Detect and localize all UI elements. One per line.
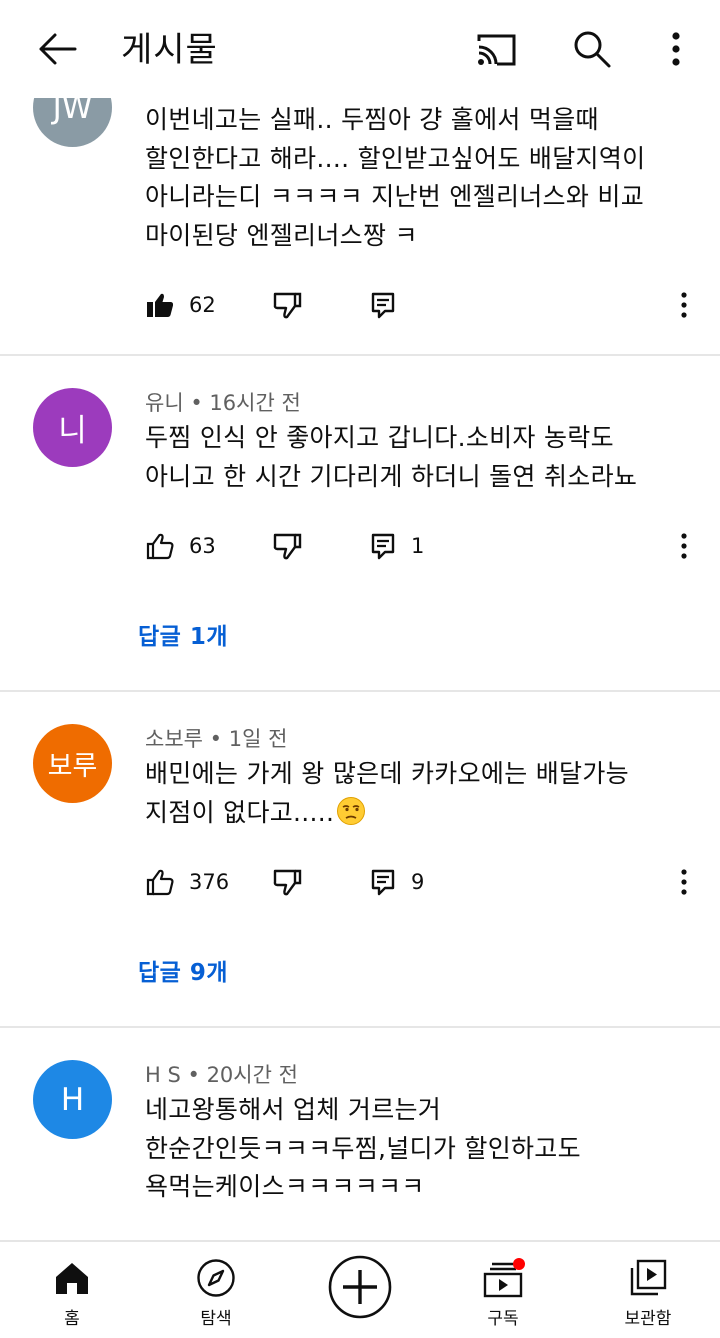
dislike-button[interactable] bbox=[272, 526, 302, 566]
comment-time: 20시간 전 bbox=[206, 1063, 298, 1087]
reply-button[interactable]: 1 bbox=[370, 526, 424, 566]
comment-more-icon[interactable] bbox=[672, 862, 696, 902]
reply-icon bbox=[371, 869, 395, 896]
view-replies-link[interactable]: 답글 1개 bbox=[138, 617, 228, 651]
avatar-initials: JW bbox=[52, 98, 93, 126]
reply-button[interactable] bbox=[370, 285, 396, 325]
thumbs-down-icon bbox=[273, 533, 302, 560]
more-vert-icon[interactable] bbox=[654, 27, 698, 71]
comment-author[interactable]: 유니 bbox=[145, 391, 184, 415]
avatar[interactable]: 보루 bbox=[33, 724, 112, 803]
comment-meta: H S • 20시간 전 bbox=[145, 1061, 298, 1089]
comment-line: 지점이 없다고..... bbox=[145, 794, 685, 838]
comment-line-text: 지점이 없다고..... bbox=[145, 797, 335, 827]
comment-item: 보루 소보루 • 1일 전 배민에는 가게 왕 많은데 카카오에는 배달가능 지… bbox=[0, 692, 720, 1028]
thumbs-up-icon bbox=[146, 869, 174, 895]
comment-more-icon[interactable] bbox=[672, 285, 696, 325]
comment-item: 니 유니 • 16시간 전 두찜 인식 안 좋아지고 갑니다.소비자 농락도 아… bbox=[0, 356, 720, 691]
avatar[interactable]: JW bbox=[33, 98, 112, 147]
bottom-navigation: 홈 탐색 구독 보관함 bbox=[0, 1240, 720, 1338]
compass-icon bbox=[156, 1258, 276, 1298]
comment-actions: 62 bbox=[0, 285, 720, 325]
meta-separator: • bbox=[187, 1063, 200, 1087]
avatar[interactable]: 니 bbox=[33, 388, 112, 467]
avatar[interactable]: H bbox=[33, 1060, 112, 1139]
comment-meta: 유니 • 16시간 전 bbox=[145, 389, 301, 417]
thumbs-up-icon bbox=[146, 533, 174, 559]
reply-icon bbox=[371, 292, 395, 319]
notification-dot bbox=[513, 1258, 525, 1270]
comment-line: 할인한다고 해라.... 할인받고싶어도 배달지역이 bbox=[145, 143, 646, 173]
like-count: 376 bbox=[189, 870, 230, 894]
comment-line: 마이된당 엔젤리너스짱 ㅋ bbox=[145, 220, 418, 250]
comment-actions: 376 9 bbox=[0, 862, 720, 902]
comment-author[interactable]: H S bbox=[145, 1063, 181, 1087]
reply-button[interactable]: 9 bbox=[370, 862, 424, 902]
search-icon[interactable] bbox=[570, 27, 614, 71]
comment-item: JW 이번네고는 실패.. 두찜아 걍 홀에서 먹을때 할인한다고 해라....… bbox=[0, 98, 720, 356]
subscriptions-icon bbox=[443, 1258, 563, 1298]
comment-line: 한순간인듯ㅋㅋㅋ두찜,널디가 할인하고도 bbox=[145, 1133, 581, 1163]
home-icon bbox=[12, 1258, 132, 1298]
reply-icon bbox=[371, 533, 395, 560]
nav-label: 보관함 bbox=[624, 1309, 672, 1329]
nav-explore[interactable]: 탐색 bbox=[156, 1242, 276, 1338]
comment-line: 아니고 한 시간 기다리게 하더니 돌연 취소라뇨 bbox=[145, 461, 638, 491]
comment-text: 배민에는 가게 왕 많은데 카카오에는 배달가능 지점이 없다고..... bbox=[145, 755, 685, 837]
unamused-emoji-icon bbox=[336, 796, 366, 838]
view-replies-link[interactable]: 답글 9개 bbox=[138, 953, 228, 987]
dislike-button[interactable] bbox=[272, 285, 302, 325]
comment-more-icon[interactable] bbox=[672, 526, 696, 566]
meta-separator: • bbox=[209, 727, 223, 751]
comment-author[interactable]: 소보루 bbox=[145, 727, 203, 751]
dislike-button[interactable] bbox=[272, 862, 302, 902]
comment-meta: 소보루 • 1일 전 bbox=[145, 725, 287, 753]
comments-feed[interactable]: JW 이번네고는 실패.. 두찜아 걍 홀에서 먹을때 할인한다고 해라....… bbox=[0, 98, 720, 1240]
nav-label: 탐색 bbox=[200, 1309, 232, 1329]
meta-separator: • bbox=[190, 391, 203, 415]
comment-actions: 63 1 bbox=[0, 526, 720, 566]
nav-subscriptions[interactable]: 구독 bbox=[443, 1242, 563, 1338]
comment-text: 두찜 인식 안 좋아지고 갑니다.소비자 농락도 아니고 한 시간 기다리게 하… bbox=[145, 419, 685, 496]
comment-line: 이번네고는 실패.. 두찜아 걍 홀에서 먹을때 bbox=[145, 105, 599, 134]
comment-text: 네고왕통해서 업체 거르는거 한순간인듯ㅋㅋㅋ두찜,널디가 할인하고도 욕먹는케… bbox=[145, 1091, 685, 1207]
nav-label: 홈 bbox=[64, 1309, 80, 1329]
comment-time: 16시간 전 bbox=[209, 391, 301, 415]
reply-count: 9 bbox=[411, 870, 425, 894]
thumbs-down-icon bbox=[273, 869, 302, 896]
like-button[interactable]: 62 bbox=[146, 285, 216, 325]
like-count: 63 bbox=[189, 534, 216, 558]
comment-line: 욕먹는케이스ㅋㅋㅋㅋㅋㅋ bbox=[145, 1172, 425, 1201]
cast-icon[interactable] bbox=[474, 27, 518, 71]
back-arrow-icon[interactable] bbox=[34, 26, 80, 72]
avatar-initials: 니 bbox=[58, 413, 87, 449]
like-button[interactable]: 63 bbox=[146, 526, 216, 566]
thumbs-down-icon bbox=[273, 292, 302, 319]
comment-line: 배민에는 가게 왕 많은데 카카오에는 배달가능 bbox=[145, 759, 629, 788]
top-app-bar: 게시물 bbox=[0, 0, 720, 98]
library-icon bbox=[588, 1258, 708, 1298]
comment-text: 이번네고는 실패.. 두찜아 걍 홀에서 먹을때 할인한다고 해라.... 할인… bbox=[145, 101, 685, 255]
nav-library[interactable]: 보관함 bbox=[588, 1242, 708, 1338]
comment-line: 두찜 인식 안 좋아지고 갑니다.소비자 농락도 bbox=[145, 423, 614, 452]
nav-label: 구독 bbox=[487, 1309, 519, 1329]
nav-home[interactable]: 홈 bbox=[12, 1242, 132, 1338]
comment-line: 네고왕통해서 업체 거르는거 bbox=[145, 1095, 442, 1124]
thumbs-up-filled-icon bbox=[147, 293, 174, 317]
like-count: 62 bbox=[189, 293, 216, 317]
comment-item: H H S • 20시간 전 네고왕통해서 업체 거르는거 한순간인듯ㅋㅋㅋ두찜… bbox=[0, 1028, 720, 1240]
like-button[interactable]: 376 bbox=[146, 862, 229, 902]
page-title: 게시물 bbox=[121, 30, 218, 70]
comment-line: 아니라는디 ㅋㅋㅋㅋ 지난번 엔젤리너스와 비교 bbox=[145, 182, 644, 211]
reply-count: 1 bbox=[411, 534, 425, 558]
avatar-initials: H bbox=[60, 1081, 85, 1118]
add-circle-icon[interactable] bbox=[328, 1255, 392, 1319]
comment-time: 1일 전 bbox=[228, 727, 288, 751]
avatar-initials: 보루 bbox=[47, 751, 98, 782]
